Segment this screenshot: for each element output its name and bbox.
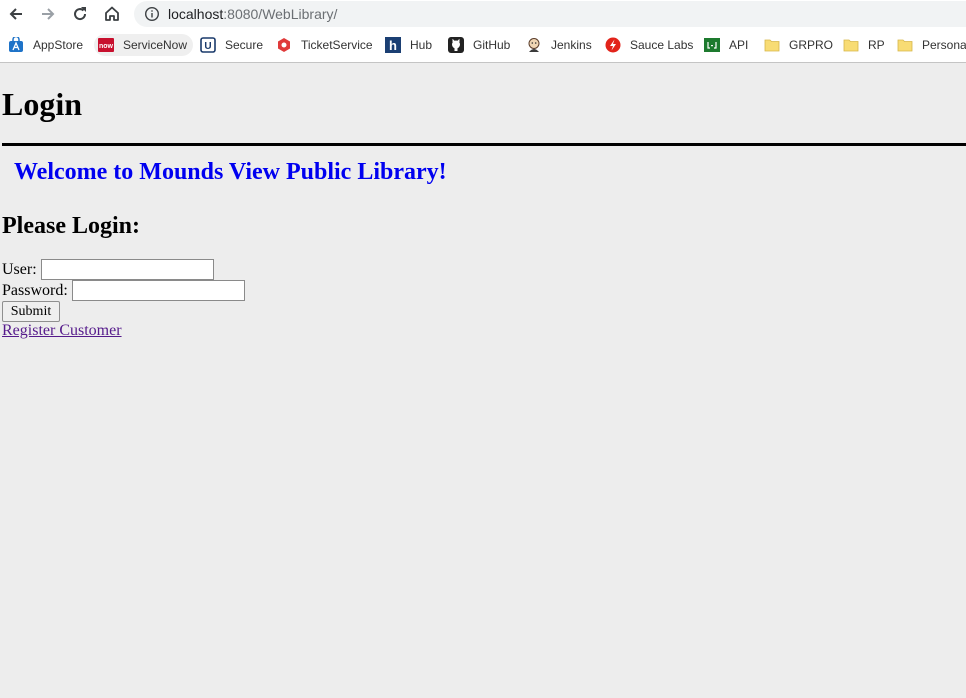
bookmark-label: GitHub [473,38,511,52]
servicenow-icon: now [98,37,114,53]
horizontal-rule [2,143,966,146]
bookmark-folder-rp[interactable]: RP [843,34,885,56]
bookmark-hub[interactable]: h Hub [385,34,432,56]
bookmark-api[interactable]: API [704,34,748,56]
appstore-icon [8,37,24,53]
bookmark-label: Secure [225,38,264,52]
reload-icon [74,7,87,21]
bookmark-label: ServiceNow [123,38,188,52]
github-icon [448,37,464,53]
bookmark-folder-grpro[interactable]: GRPRO [764,34,833,56]
bookmark-label: Sauce Labs [630,38,694,52]
home-icon [105,6,119,21]
welcome-heading: Welcome to Mounds View Public Library! [14,159,447,185]
bookmark-servicenow[interactable]: now ServiceNow [94,34,194,56]
hub-icon: h [385,37,401,53]
secure-icon: U [200,37,216,53]
page-title: Login [2,86,83,122]
bookmark-secure[interactable]: U Secure [200,34,263,56]
url-host: localhost [168,6,224,22]
password-row: Password: [2,280,245,301]
bookmarks-bar: AppStore now ServiceNow U Secure TicketS… [0,28,966,63]
reload-button[interactable] [68,3,92,25]
bookmark-label: Jenkins [551,38,592,52]
forward-arrow-icon [42,8,55,20]
register-customer-link[interactable]: Register Customer [2,322,122,340]
bookmark-saucelabs[interactable]: Sauce Labs [605,34,693,56]
svg-text:now: now [99,43,114,50]
saucelabs-icon [605,37,621,53]
bookmark-appstore[interactable]: AppStore [8,34,83,56]
home-button[interactable] [100,3,124,25]
folder-icon [764,37,780,53]
back-arrow-icon [9,8,22,20]
bookmark-label: AppStore [33,38,84,52]
user-input[interactable] [40,259,214,280]
user-row: User: [2,259,214,280]
login-subtitle: Please Login: [2,213,140,239]
bookmark-folder-personal[interactable]: Personal [897,34,966,56]
info-icon[interactable] [144,6,160,22]
bookmark-label: API [729,38,749,52]
url-path: :8080/WebLibrary/ [223,6,338,22]
folder-icon [843,37,859,53]
back-button[interactable] [4,3,28,25]
ticketservice-icon [276,37,292,53]
bookmark-label: RP [868,38,885,52]
jenkins-icon [526,37,542,53]
password-input[interactable] [71,280,245,301]
bookmark-label: Personal [922,38,966,52]
url-text: localhost:8080/WebLibrary/ [168,5,337,23]
svg-text:U: U [204,41,211,52]
bookmark-ticketservice[interactable]: TicketService [276,34,373,56]
folder-icon [897,37,913,53]
submit-button[interactable]: Submit [2,301,60,322]
address-bar[interactable]: localhost:8080/WebLibrary/ [134,1,966,27]
bookmark-github[interactable]: GitHub [448,34,510,56]
api-icon [704,37,720,53]
password-label: Password: [2,281,68,299]
forward-button[interactable] [36,3,60,25]
bookmark-jenkins[interactable]: Jenkins [526,34,592,56]
browser-toolbar: localhost:8080/WebLibrary/ [0,0,966,28]
bookmark-label: TicketService [301,38,373,52]
svg-text:h: h [389,38,397,53]
bookmark-label: Hub [410,38,433,52]
bookmark-label: GRPRO [789,38,834,52]
user-label: User: [2,260,37,278]
